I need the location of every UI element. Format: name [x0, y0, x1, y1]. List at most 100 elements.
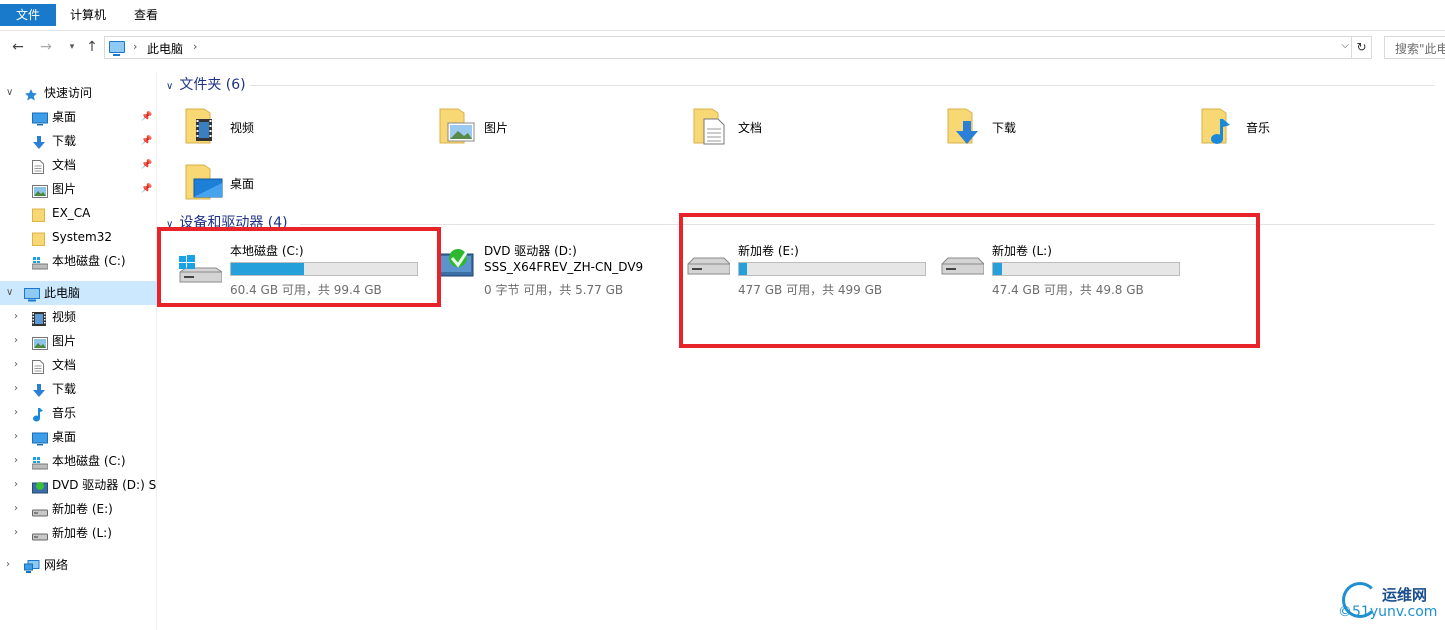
sidebar-item-system32[interactable]: System32 [0, 225, 157, 249]
star-icon [24, 86, 38, 101]
highlight-box-drive-c [157, 227, 441, 307]
folder-videos[interactable]: 视频 [160, 102, 410, 152]
expanded-chevron-icon[interactable]: ∨ [6, 81, 16, 105]
back-arrow-icon[interactable]: ← [8, 37, 28, 57]
address-dropdown-icon[interactable]: ⌵ [1341, 40, 1349, 51]
document-icon [32, 358, 46, 374]
collapsed-chevron-icon[interactable]: › [14, 305, 24, 329]
collapsed-chevron-icon[interactable]: › [14, 521, 24, 545]
pin-icon[interactable]: 📌 [141, 177, 152, 201]
folder-label: 桌面 [230, 177, 255, 191]
music-folder-icon [1200, 107, 1230, 145]
folder-pictures[interactable]: 图片 [414, 102, 664, 152]
folder-documents[interactable]: 文档 [668, 102, 918, 152]
sidebar-item-label: 文档 [52, 158, 77, 172]
address-bar[interactable]: › 此电脑 › ⌵ ↻ [104, 36, 1372, 59]
drive-space-info: 0 字节 可用，共 5.77 GB [484, 283, 624, 297]
sidebar-item-label: 图片 [52, 182, 77, 196]
breadcrumb-separator[interactable]: › [133, 40, 137, 53]
folder-downloads[interactable]: 下载 [922, 102, 1172, 152]
ribbon: 文件 计算机 查看 [0, 0, 1445, 31]
tab-file[interactable]: 文件 [0, 4, 56, 26]
refresh-icon[interactable]: ↻ [1351, 37, 1371, 58]
group-header-folders[interactable]: ∨ 文件夹 (6) [166, 74, 246, 96]
sidebar-item-label: System32 [52, 230, 113, 244]
up-arrow-icon[interactable]: ↑ [82, 37, 102, 57]
tab-view[interactable]: 查看 [122, 4, 170, 26]
breadcrumb-this-pc[interactable]: 此电脑 [147, 40, 183, 57]
expanded-chevron-icon[interactable]: ∨ [6, 281, 16, 305]
collapsed-chevron-icon[interactable]: › [14, 449, 24, 473]
this-pc-icon [109, 41, 125, 56]
folder-label: 图片 [484, 121, 509, 135]
documents-folder-icon [692, 107, 725, 145]
collapsed-chevron-icon[interactable]: › [14, 425, 24, 449]
desktop-icon [32, 430, 48, 446]
system-drive-icon [31, 454, 49, 470]
sidebar-item-label: 视频 [52, 310, 77, 324]
sidebar-item-label: 图片 [52, 334, 77, 348]
navigation-bar: ← → ▾ ↑ › 此电脑 › ⌵ ↻ 搜索"此电脑" [0, 32, 1445, 62]
recent-locations-chevron-icon[interactable]: ▾ [62, 37, 82, 57]
downloads-folder-icon [946, 107, 978, 145]
collapsed-chevron-icon[interactable]: › [6, 553, 16, 577]
collapsed-chevron-icon[interactable]: › [14, 329, 24, 353]
drive-volume-label: SSS_X64FREV_ZH-CN_DV9 [484, 260, 644, 274]
sidebar-item-desktop[interactable]: 桌面 📌 [0, 105, 157, 129]
sidebar-item-dvd-drive-d[interactable]: › DVD 驱动器 (D:) SS [0, 473, 157, 497]
sidebar-item-label: DVD 驱动器 (D:) SS [52, 478, 157, 492]
sidebar-item-new-volume-l[interactable]: › 新加卷 (L:) [0, 521, 157, 545]
sidebar-item-quick-access[interactable]: ∨ 快速访问 [0, 81, 157, 105]
collapsed-chevron-icon[interactable]: › [14, 353, 24, 377]
pin-icon[interactable]: 📌 [141, 129, 152, 153]
sidebar-item-downloads[interactable]: › 下载 [0, 377, 157, 401]
sidebar-item-local-disk-c[interactable]: 本地磁盘 (C:) [0, 249, 157, 273]
folder-label: 视频 [230, 121, 255, 135]
sidebar-item-downloads[interactable]: 下载 📌 [0, 129, 157, 153]
collapsed-chevron-icon[interactable]: › [14, 497, 24, 521]
folder-music[interactable]: 音乐 [1176, 102, 1426, 152]
sidebar-item-label: 下载 [52, 382, 77, 396]
hard-drive-icon [32, 502, 48, 517]
folder-label: 文档 [738, 121, 763, 135]
watermark-url: ©51yunv.com [1338, 604, 1438, 620]
sidebar-item-pictures[interactable]: 图片 📌 [0, 177, 157, 201]
sidebar-item-ex-ca[interactable]: EX_CA [0, 201, 157, 225]
sidebar-item-label: EX_CA [52, 206, 91, 220]
video-icon [32, 310, 46, 326]
pin-icon[interactable]: 📌 [141, 153, 152, 177]
sidebar-item-label: 新加卷 (L:) [52, 526, 112, 540]
sidebar-item-label: 本地磁盘 (C:) [52, 254, 126, 268]
sidebar-item-music[interactable]: › 音乐 [0, 401, 157, 425]
expanded-chevron-icon[interactable]: ∨ [166, 81, 173, 92]
navigation-pane: ∨ 快速访问 桌面 📌 下载 📌 文档 📌 图片 📌 EX_CA System3… [0, 72, 157, 630]
sidebar-item-new-volume-e[interactable]: › 新加卷 (E:) [0, 497, 157, 521]
sidebar-item-this-pc[interactable]: ∨ 此电脑 [0, 281, 157, 305]
network-icon [24, 558, 40, 573]
desktop-folder-icon [184, 163, 223, 201]
pin-icon[interactable]: 📌 [141, 105, 152, 129]
folder-icon [32, 206, 46, 222]
sidebar-item-videos[interactable]: › 视频 [0, 305, 157, 329]
folder-icon [32, 230, 46, 246]
sidebar-item-documents[interactable]: › 文档 [0, 353, 157, 377]
sidebar-item-documents[interactable]: 文档 📌 [0, 153, 157, 177]
sidebar-item-local-disk-c[interactable]: › 本地磁盘 (C:) [0, 449, 157, 473]
dvd-drive-icon [32, 478, 48, 494]
system-drive-icon [31, 254, 49, 270]
collapsed-chevron-icon[interactable]: › [14, 473, 24, 497]
sidebar-item-label: 音乐 [52, 406, 77, 420]
collapsed-chevron-icon[interactable]: › [14, 377, 24, 401]
folder-label: 下载 [992, 121, 1017, 135]
folder-desktop[interactable]: 桌面 [160, 158, 410, 208]
pictures-folder-icon [438, 107, 475, 145]
sidebar-item-network[interactable]: › 网络 [0, 553, 157, 577]
search-input[interactable]: 搜索"此电脑" [1384, 36, 1445, 59]
sidebar-item-desktop[interactable]: › 桌面 [0, 425, 157, 449]
drive-dvd-d[interactable]: DVD 驱动器 (D:) SSS_X64FREV_ZH-CN_DV9 0 字节 … [414, 230, 668, 297]
forward-arrow-icon[interactable]: → [36, 37, 56, 57]
tab-computer[interactable]: 计算机 [58, 4, 118, 26]
breadcrumb-separator[interactable]: › [193, 40, 197, 53]
collapsed-chevron-icon[interactable]: › [14, 401, 24, 425]
sidebar-item-pictures[interactable]: › 图片 [0, 329, 157, 353]
